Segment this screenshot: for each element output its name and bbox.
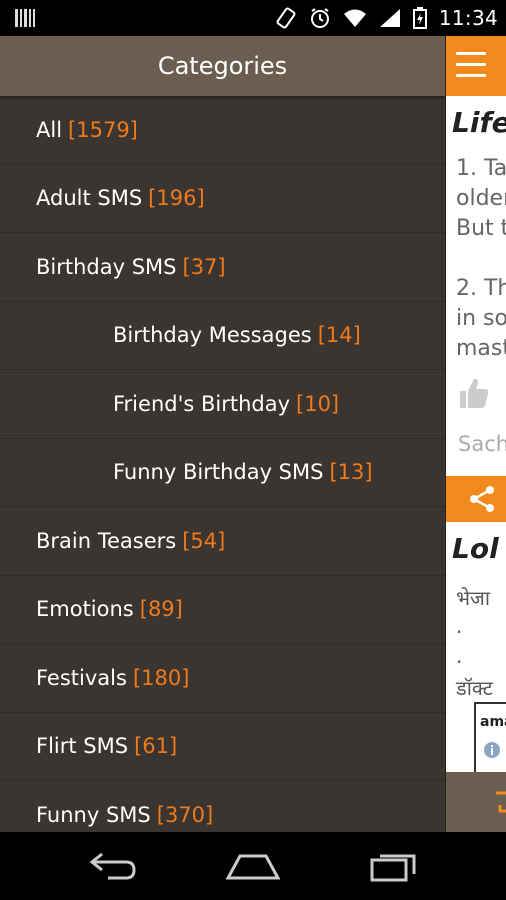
- category-item-adult-sms[interactable]: Adult SMS [196]: [0, 165, 445, 233]
- category-item-emotions[interactable]: Emotions [89]: [0, 576, 445, 644]
- category-count: [61]: [134, 734, 178, 759]
- category-item-funny-birthday-sms[interactable]: Funny Birthday SMS [13]: [0, 439, 445, 507]
- alarm-icon: [310, 8, 329, 28]
- post-text-line: But t: [456, 216, 506, 241]
- status-bar: 11:34: [0, 0, 506, 36]
- category-count: [13]: [329, 460, 373, 485]
- post-author: Sach: [458, 432, 506, 456]
- category-item-friends-birthday[interactable]: Friend's Birthday [10]: [0, 370, 445, 439]
- category-label: Funny Birthday SMS: [113, 460, 324, 485]
- category-label: Friend's Birthday: [113, 391, 291, 416]
- main-content: Life 1. Ta older But t 2. Th in so mast …: [445, 36, 506, 832]
- vibrate-icon: [276, 7, 296, 29]
- category-list: All [1579] Adult SMS [196] Birthday SMS …: [0, 96, 445, 832]
- category-label: Flirt SMS: [36, 734, 129, 759]
- category-item-brain-teasers[interactable]: Brain Teasers [54]: [0, 507, 445, 576]
- ad-info-icon[interactable]: [482, 740, 502, 760]
- post-text-line: .: [456, 614, 463, 638]
- category-count: [14]: [317, 323, 361, 348]
- share-icon[interactable]: [468, 485, 496, 513]
- drawer-title: Categories: [0, 36, 445, 96]
- post-text-line: in so: [456, 306, 506, 331]
- category-count: [37]: [182, 254, 226, 279]
- signal-icon: [379, 9, 400, 27]
- post-text-line: .: [456, 644, 463, 668]
- home-icon[interactable]: [226, 850, 280, 882]
- back-icon[interactable]: [88, 850, 138, 882]
- post-text-line: 2. Th: [456, 276, 506, 301]
- repost-icon[interactable]: [494, 789, 506, 815]
- navigation-bar: [0, 832, 506, 900]
- like-icon[interactable]: [458, 376, 490, 410]
- post-title: Life: [452, 106, 506, 139]
- category-item-flirt-sms[interactable]: Flirt SMS [61]: [0, 713, 445, 781]
- category-item-birthday-sms[interactable]: Birthday SMS [37]: [0, 233, 445, 302]
- menu-icon[interactable]: [456, 52, 486, 80]
- ad-text: ama: [480, 714, 506, 730]
- category-label: Brain Teasers: [36, 528, 177, 553]
- main-toolbar: [446, 36, 506, 96]
- category-item-funny-sms[interactable]: Funny SMS [370]: [0, 781, 445, 832]
- category-item-all[interactable]: All [1579]: [0, 96, 445, 165]
- wifi-icon: [343, 9, 366, 27]
- status-time: 11:34: [438, 6, 498, 30]
- category-label: Funny SMS: [36, 802, 151, 827]
- category-count: [89]: [139, 597, 183, 622]
- category-count: [10]: [296, 391, 340, 416]
- category-label: Emotions: [36, 597, 134, 622]
- navigation-drawer: Categories All [1579] Adult SMS [196] Bi…: [0, 36, 445, 832]
- category-label: Festivals: [36, 665, 127, 690]
- category-label: Birthday SMS: [36, 254, 177, 279]
- main-bottom-bar: [446, 772, 506, 832]
- ad-banner[interactable]: ama: [474, 702, 506, 778]
- category-count: [370]: [156, 802, 214, 827]
- category-label: Birthday Messages: [113, 323, 312, 348]
- barcode-icon: [15, 9, 35, 27]
- category-count: [54]: [182, 528, 226, 553]
- post-text-line: 1. Ta: [456, 156, 506, 181]
- category-count: [180]: [132, 665, 190, 690]
- battery-charging-icon: [412, 7, 427, 29]
- category-label: Adult SMS: [36, 186, 143, 211]
- category-label: All: [36, 117, 63, 142]
- post-text-line: mast: [456, 336, 506, 361]
- category-item-festivals[interactable]: Festivals [180]: [0, 644, 445, 713]
- category-count: [196]: [148, 186, 205, 211]
- category-count: [1579]: [68, 117, 138, 142]
- post-text-line: भेजा: [456, 586, 491, 610]
- recent-apps-icon[interactable]: [370, 850, 420, 882]
- category-item-birthday-messages[interactable]: Birthday Messages [14]: [0, 302, 445, 370]
- post-title: Lol: [452, 532, 499, 565]
- post-action-bar: [446, 476, 506, 522]
- post-text-line: older: [456, 186, 506, 211]
- post-text-line: डॉक्ट: [456, 676, 493, 700]
